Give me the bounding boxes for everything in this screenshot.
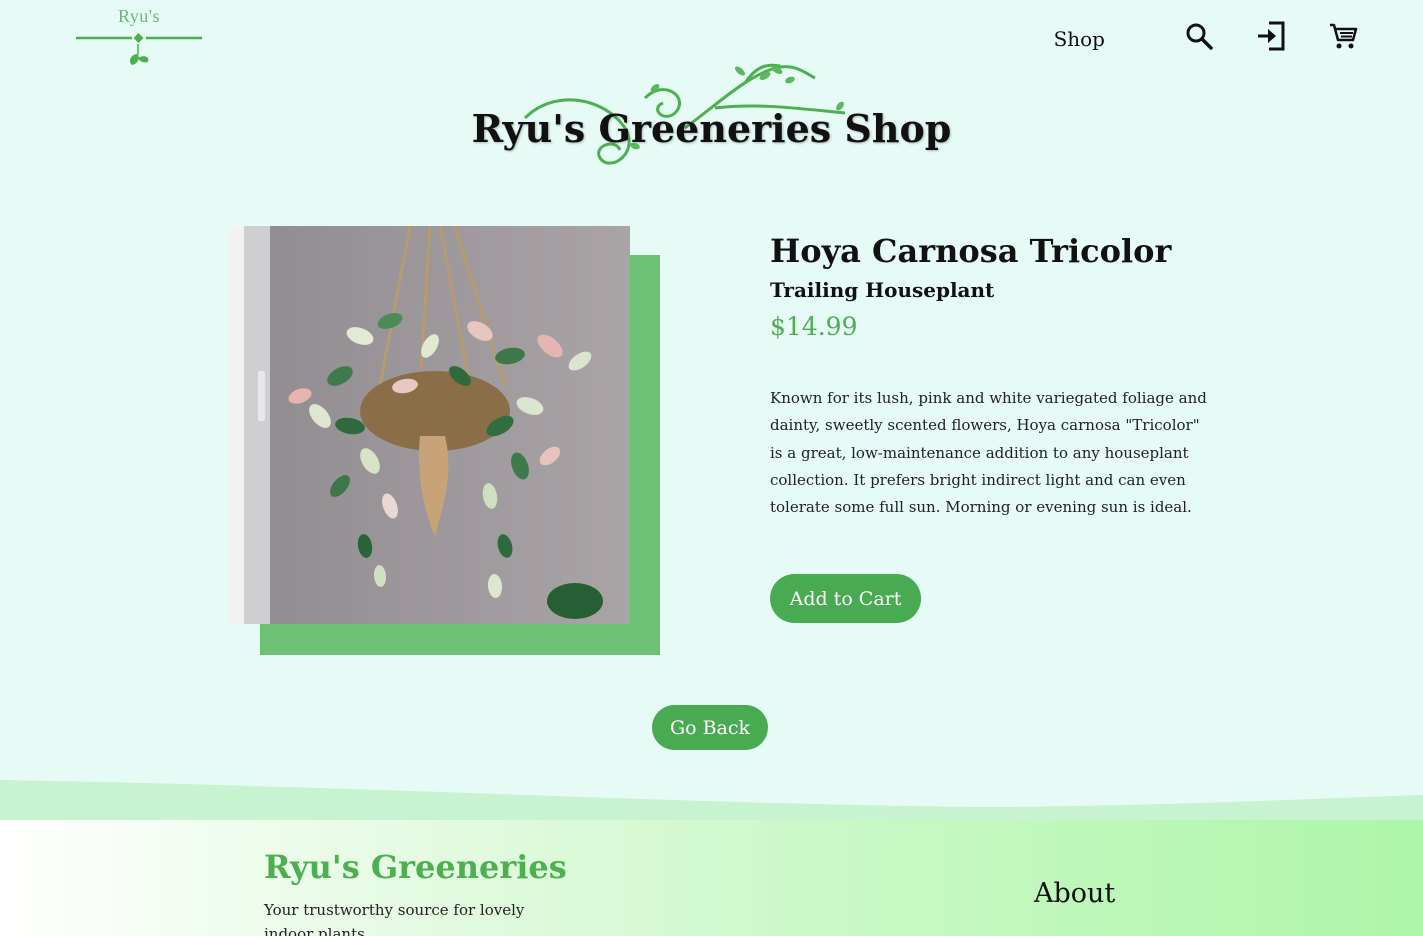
product-subtitle: Trailing Houseplant [770,278,995,302]
product-name: Hoya Carnosa Tricolor [770,232,1172,270]
search-icon[interactable] [1181,18,1217,54]
product-image [230,226,630,624]
footer-about-heading[interactable]: About [1034,878,1115,909]
footer-wave [0,780,1423,825]
add-to-cart-button[interactable]: Add to Cart [770,574,921,623]
product-description: Known for its lush, pink and white varie… [770,389,1207,517]
login-icon[interactable] [1253,18,1289,54]
page-title: Ryu's Greeneries Shop [471,106,952,151]
nav-shop-link[interactable]: Shop [1054,27,1105,51]
go-back-button[interactable]: Go Back [652,705,768,750]
footer: Ryu's Greeneries Your trustworthy source… [0,820,1423,936]
cart-icon[interactable] [1325,18,1361,54]
product-info: Hoya Carnosa Tricolor Trailing Houseplan… [770,232,1210,521]
product-price: $14.99 [770,312,858,341]
footer-tagline: Your trustworthy source for lovely indoo… [264,901,525,936]
top-nav: Shop [1054,18,1361,54]
hero-banner: Ryu's Greeneries Shop [0,56,1423,181]
footer-brand: Ryu's Greeneries [264,848,567,886]
